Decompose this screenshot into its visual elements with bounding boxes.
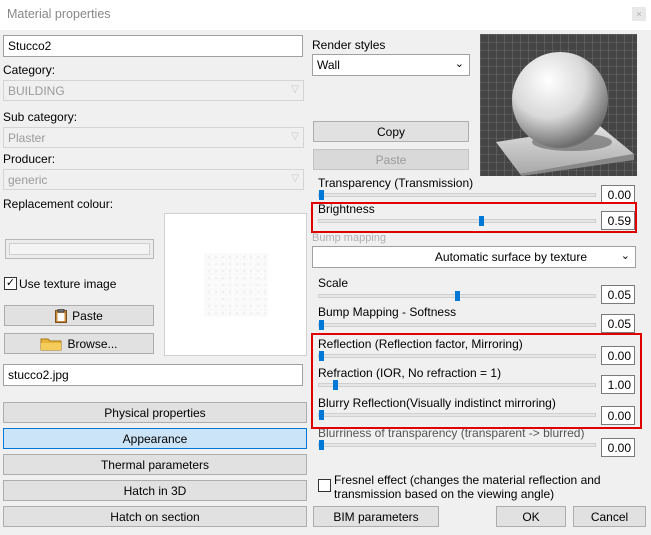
material-preview <box>480 34 637 176</box>
producer-value: generic <box>8 173 48 187</box>
paste-button[interactable]: Paste <box>313 149 469 170</box>
category-value: BUILDING <box>8 84 65 98</box>
blurriness-slider-thumb[interactable] <box>319 440 324 450</box>
blurry-reflection-slider-track[interactable] <box>318 413 596 417</box>
refraction-label: Refraction (IOR, No refraction = 1) <box>318 366 502 380</box>
reflection-label: Reflection (Reflection factor, Mirroring… <box>318 337 523 351</box>
chevron-down-icon: ▽ <box>291 131 299 142</box>
bump-softness-slider-thumb[interactable] <box>319 320 324 330</box>
replacement-colour-label: Replacement colour: <box>3 197 114 211</box>
producer-label: Producer: <box>3 152 56 166</box>
clipboard-icon <box>55 308 68 323</box>
window-title: Material properties <box>7 7 111 21</box>
category-label: Category: <box>3 63 56 77</box>
title-bar: Material properties × <box>0 0 651 30</box>
fresnel-checkbox[interactable] <box>318 479 331 492</box>
use-texture-label: Use texture image <box>19 277 117 291</box>
use-texture-checkbox[interactable]: ✓ <box>4 277 17 290</box>
scale-value[interactable]: 0.05 <box>601 285 635 304</box>
chevron-down-icon: ⌄ <box>454 58 464 70</box>
folder-icon <box>40 338 62 351</box>
chevron-down-icon: ▽ <box>291 173 299 184</box>
chevron-down-icon: ⌄ <box>620 250 630 262</box>
brightness-slider-track[interactable] <box>318 219 596 223</box>
brightness-value[interactable]: 0.59 <box>601 211 635 230</box>
copy-button[interactable]: Copy <box>313 121 469 142</box>
nav-hatch-section[interactable]: Hatch on section <box>3 506 307 527</box>
brightness-label: Brightness <box>318 202 375 216</box>
replacement-colour-swatch[interactable] <box>5 239 154 259</box>
texture-paste-label: Paste <box>72 308 103 323</box>
render-style-select[interactable]: Wall ⌄ <box>312 54 470 76</box>
transparency-slider-thumb[interactable] <box>319 190 324 200</box>
bump-mode-value: Automatic surface by texture <box>434 250 587 264</box>
brightness-slider-thumb[interactable] <box>478 216 484 226</box>
render-styles-label: Render styles <box>312 38 386 52</box>
blurry-reflection-value[interactable]: 0.00 <box>601 406 635 425</box>
browse-button[interactable]: Browse... <box>4 333 154 354</box>
browse-label: Browse... <box>67 336 118 351</box>
subcategory-label: Sub category: <box>3 110 78 124</box>
texture-paste-button[interactable]: Paste <box>4 305 154 326</box>
scale-slider-thumb[interactable] <box>454 291 460 301</box>
category-select: BUILDING ▽ <box>3 80 304 101</box>
subcategory-value: Plaster <box>8 131 46 145</box>
bump-mapping-header: Bump mapping <box>312 232 386 244</box>
texture-preview <box>164 213 307 356</box>
blurriness-label: Blurriness of transparency (transparent … <box>318 426 585 440</box>
reflection-slider-track[interactable] <box>318 354 596 358</box>
producer-select: generic ▽ <box>3 169 304 190</box>
sphere-preview-image <box>480 34 637 176</box>
blurriness-value[interactable]: 0.00 <box>601 438 635 457</box>
nav-hatch-3d[interactable]: Hatch in 3D <box>3 480 307 501</box>
transparency-label: Transparency (Transmission) <box>318 176 474 190</box>
close-icon[interactable]: × <box>632 7 646 21</box>
fresnel-label-line2: transmission based on the viewing angle) <box>334 487 555 501</box>
bump-softness-slider-track[interactable] <box>318 323 596 327</box>
nav-appearance[interactable]: Appearance <box>3 428 307 449</box>
blurriness-slider-track[interactable] <box>318 443 596 447</box>
transparency-value[interactable]: 0.00 <box>601 185 635 204</box>
refraction-slider-thumb[interactable] <box>332 380 338 390</box>
material-name-input[interactable]: Stucco2 <box>3 35 303 57</box>
render-style-value: Wall <box>317 58 340 72</box>
chevron-down-icon: ▽ <box>291 84 299 95</box>
reflection-slider-thumb[interactable] <box>319 351 324 361</box>
transparency-slider-track[interactable] <box>318 193 596 197</box>
scale-label: Scale <box>318 276 349 290</box>
reflection-value[interactable]: 0.00 <box>601 346 635 365</box>
bump-softness-label: Bump Mapping - Softness <box>318 305 457 319</box>
cancel-button[interactable]: Cancel <box>573 506 646 527</box>
colour-swatch-inner <box>9 243 150 255</box>
blurry-reflection-label: Blurry Reflection(Visually indistinct mi… <box>318 396 556 410</box>
fresnel-label-line1: Fresnel effect (changes the material ref… <box>334 473 601 487</box>
blurry-reflection-slider-thumb[interactable] <box>319 410 324 420</box>
bim-parameters-button[interactable]: BIM parameters <box>313 506 439 527</box>
refraction-value[interactable]: 1.00 <box>601 375 635 394</box>
subcategory-select: Plaster ▽ <box>3 127 304 148</box>
bump-mode-select[interactable]: Automatic surface by texture ⌄ <box>312 246 636 268</box>
texture-swatch <box>204 253 268 317</box>
nav-physical-properties[interactable]: Physical properties <box>3 402 307 423</box>
nav-thermal-parameters[interactable]: Thermal parameters <box>3 454 307 475</box>
bump-softness-value[interactable]: 0.05 <box>601 314 635 333</box>
refraction-slider-track[interactable] <box>318 383 596 387</box>
texture-file-input[interactable]: stucco2.jpg <box>3 364 303 386</box>
ok-button[interactable]: OK <box>496 506 566 527</box>
